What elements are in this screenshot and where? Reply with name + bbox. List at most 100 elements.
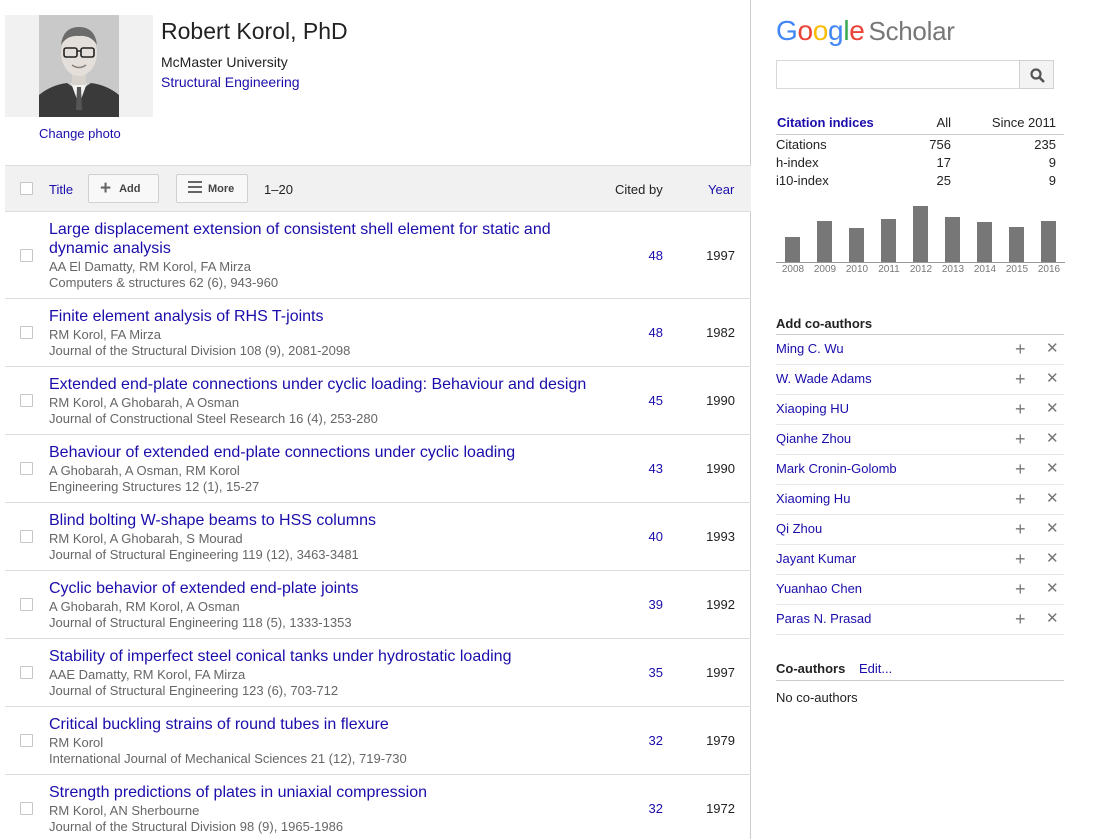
chart-bar[interactable] (1009, 227, 1024, 262)
h-index-row: h-index 17 9 (776, 155, 1064, 170)
article-venue: Journal of the Structural Division 98 (9… (49, 819, 344, 834)
chart-bar[interactable] (817, 221, 832, 262)
add-button[interactable]: + Add (88, 174, 159, 203)
article-title-link[interactable]: Finite element analysis of RHS T-joints (49, 307, 569, 326)
add-coauthor-icon[interactable]: + (1015, 430, 1026, 448)
chart-bar[interactable] (849, 228, 864, 262)
coauthor-name-link[interactable]: W. Wade Adams (776, 371, 872, 386)
citation-indices-title[interactable]: Citation indices (777, 115, 874, 130)
coauthor-name-link[interactable]: Mark Cronin-Golomb (776, 461, 897, 476)
cited-by-link[interactable]: 39 (625, 597, 663, 612)
profile-photo-frame (5, 15, 153, 117)
coauthor-name-link[interactable]: Xiaoming Hu (776, 491, 850, 506)
profile-photo[interactable] (39, 15, 119, 117)
article-title-link[interactable]: Cyclic behavior of extended end-plate jo… (49, 579, 569, 598)
row-checkbox[interactable] (20, 598, 33, 611)
table-row: Large displacement extension of consiste… (5, 212, 751, 299)
coauthor-name-link[interactable]: Xiaoping HU (776, 401, 849, 416)
chart-bar[interactable] (913, 206, 928, 262)
chart-bar[interactable] (785, 237, 800, 262)
sort-by-title-link[interactable]: Title (49, 182, 73, 197)
profile-interest-link[interactable]: Structural Engineering (161, 74, 300, 90)
add-coauthor-icon[interactable]: + (1015, 490, 1026, 508)
row-checkbox[interactable] (20, 802, 33, 815)
i10-index-row: i10-index 25 9 (776, 173, 1064, 188)
cited-by-link[interactable]: 35 (625, 665, 663, 680)
row-checkbox[interactable] (20, 462, 33, 475)
article-title-link[interactable]: Extended end-plate connections under cyc… (49, 375, 609, 394)
chart-bar[interactable] (1041, 221, 1056, 262)
dismiss-icon[interactable]: ✕ (1046, 340, 1059, 358)
cited-by-link[interactable]: 32 (625, 733, 663, 748)
search-button[interactable] (1019, 60, 1054, 89)
suggested-coauthor-row: Yuanhao Chen + ✕ (776, 575, 1064, 605)
add-coauthor-icon[interactable]: + (1015, 520, 1026, 538)
dismiss-icon[interactable]: ✕ (1046, 520, 1059, 538)
main-panel: Change photo Robert Korol, PhD McMaster … (0, 0, 751, 839)
article-year: 1993 (706, 529, 735, 544)
article-title-link[interactable]: Blind bolting W-shape beams to HSS colum… (49, 511, 569, 530)
cited-by-link[interactable]: 40 (625, 529, 663, 544)
change-photo-link[interactable]: Change photo (39, 126, 121, 141)
cited-by-link[interactable]: 48 (625, 325, 663, 340)
coauthor-name-link[interactable]: Yuanhao Chen (776, 581, 862, 596)
edit-coauthors-link[interactable]: Edit... (859, 661, 892, 676)
chart-bar[interactable] (881, 219, 896, 262)
article-authors: RM Korol, AN Sherbourne (49, 803, 200, 818)
coauthor-name-link[interactable]: Paras N. Prasad (776, 611, 871, 626)
add-coauthor-icon[interactable]: + (1015, 460, 1026, 478)
table-row: Strength predictions of plates in uniaxi… (5, 775, 751, 839)
dismiss-icon[interactable]: ✕ (1046, 490, 1059, 508)
row-checkbox[interactable] (20, 249, 33, 262)
more-button[interactable]: More (176, 174, 248, 203)
cited-by-link[interactable]: 45 (625, 393, 663, 408)
chart-bar[interactable] (977, 222, 992, 262)
cited-by-link[interactable]: 32 (625, 801, 663, 816)
dismiss-icon[interactable]: ✕ (1046, 430, 1059, 448)
row-checkbox[interactable] (20, 666, 33, 679)
dismiss-icon[interactable]: ✕ (1046, 610, 1059, 628)
dismiss-icon[interactable]: ✕ (1046, 460, 1059, 478)
sort-by-cited-link[interactable]: Cited by (615, 182, 663, 197)
suggested-coauthor-row: Qi Zhou + ✕ (776, 515, 1064, 545)
add-coauthor-icon[interactable]: + (1015, 400, 1026, 418)
row-checkbox[interactable] (20, 530, 33, 543)
article-venue: Computers & structures 62 (6), 943-960 (49, 275, 279, 290)
add-coauthor-icon[interactable]: + (1015, 580, 1026, 598)
row-checkbox[interactable] (20, 394, 33, 407)
row-checkbox[interactable] (20, 326, 33, 339)
article-title-link[interactable]: Stability of imperfect steel conical tan… (49, 647, 569, 666)
article-venue: Journal of Structural Engineering 123 (6… (49, 683, 339, 698)
coauthor-name-link[interactable]: Ming C. Wu (776, 341, 844, 356)
row-checkbox[interactable] (20, 734, 33, 747)
add-coauthor-icon[interactable]: + (1015, 340, 1026, 358)
add-coauthors-title: Add co-authors (776, 316, 873, 331)
article-title-link[interactable]: Large displacement extension of consiste… (49, 220, 569, 258)
article-year: 1990 (706, 461, 735, 476)
google-scholar-logo[interactable]: Google Scholar (776, 15, 955, 47)
article-title-link[interactable]: Critical buckling strains of round tubes… (49, 715, 569, 734)
article-title-link[interactable]: Behaviour of extended end-plate connecti… (49, 443, 569, 462)
coauthor-name-link[interactable]: Qianhe Zhou (776, 431, 851, 446)
add-coauthor-icon[interactable]: + (1015, 370, 1026, 388)
select-all-checkbox[interactable] (20, 182, 33, 195)
coauthor-name-link[interactable]: Qi Zhou (776, 521, 822, 536)
search-input[interactable] (776, 60, 1020, 89)
google-letter: G (776, 15, 798, 46)
dismiss-icon[interactable]: ✕ (1046, 400, 1059, 418)
cited-by-link[interactable]: 43 (625, 461, 663, 476)
chart-bar[interactable] (945, 217, 960, 262)
citation-indices-header: Citation indices All Since 2011 (776, 114, 1064, 135)
sort-by-year-link[interactable]: Year (708, 182, 734, 197)
coauthor-name-link[interactable]: Jayant Kumar (776, 551, 856, 566)
add-coauthor-icon[interactable]: + (1015, 550, 1026, 568)
dismiss-icon[interactable]: ✕ (1046, 580, 1059, 598)
add-coauthor-icon[interactable]: + (1015, 610, 1026, 628)
scholar-wordmark: Scholar (868, 16, 955, 46)
article-title-link[interactable]: Strength predictions of plates in uniaxi… (49, 783, 569, 802)
dismiss-icon[interactable]: ✕ (1046, 550, 1059, 568)
dismiss-icon[interactable]: ✕ (1046, 370, 1059, 388)
index-all: 756 (929, 137, 951, 152)
cited-by-link[interactable]: 48 (625, 248, 663, 263)
suggested-coauthor-row: W. Wade Adams + ✕ (776, 365, 1064, 395)
